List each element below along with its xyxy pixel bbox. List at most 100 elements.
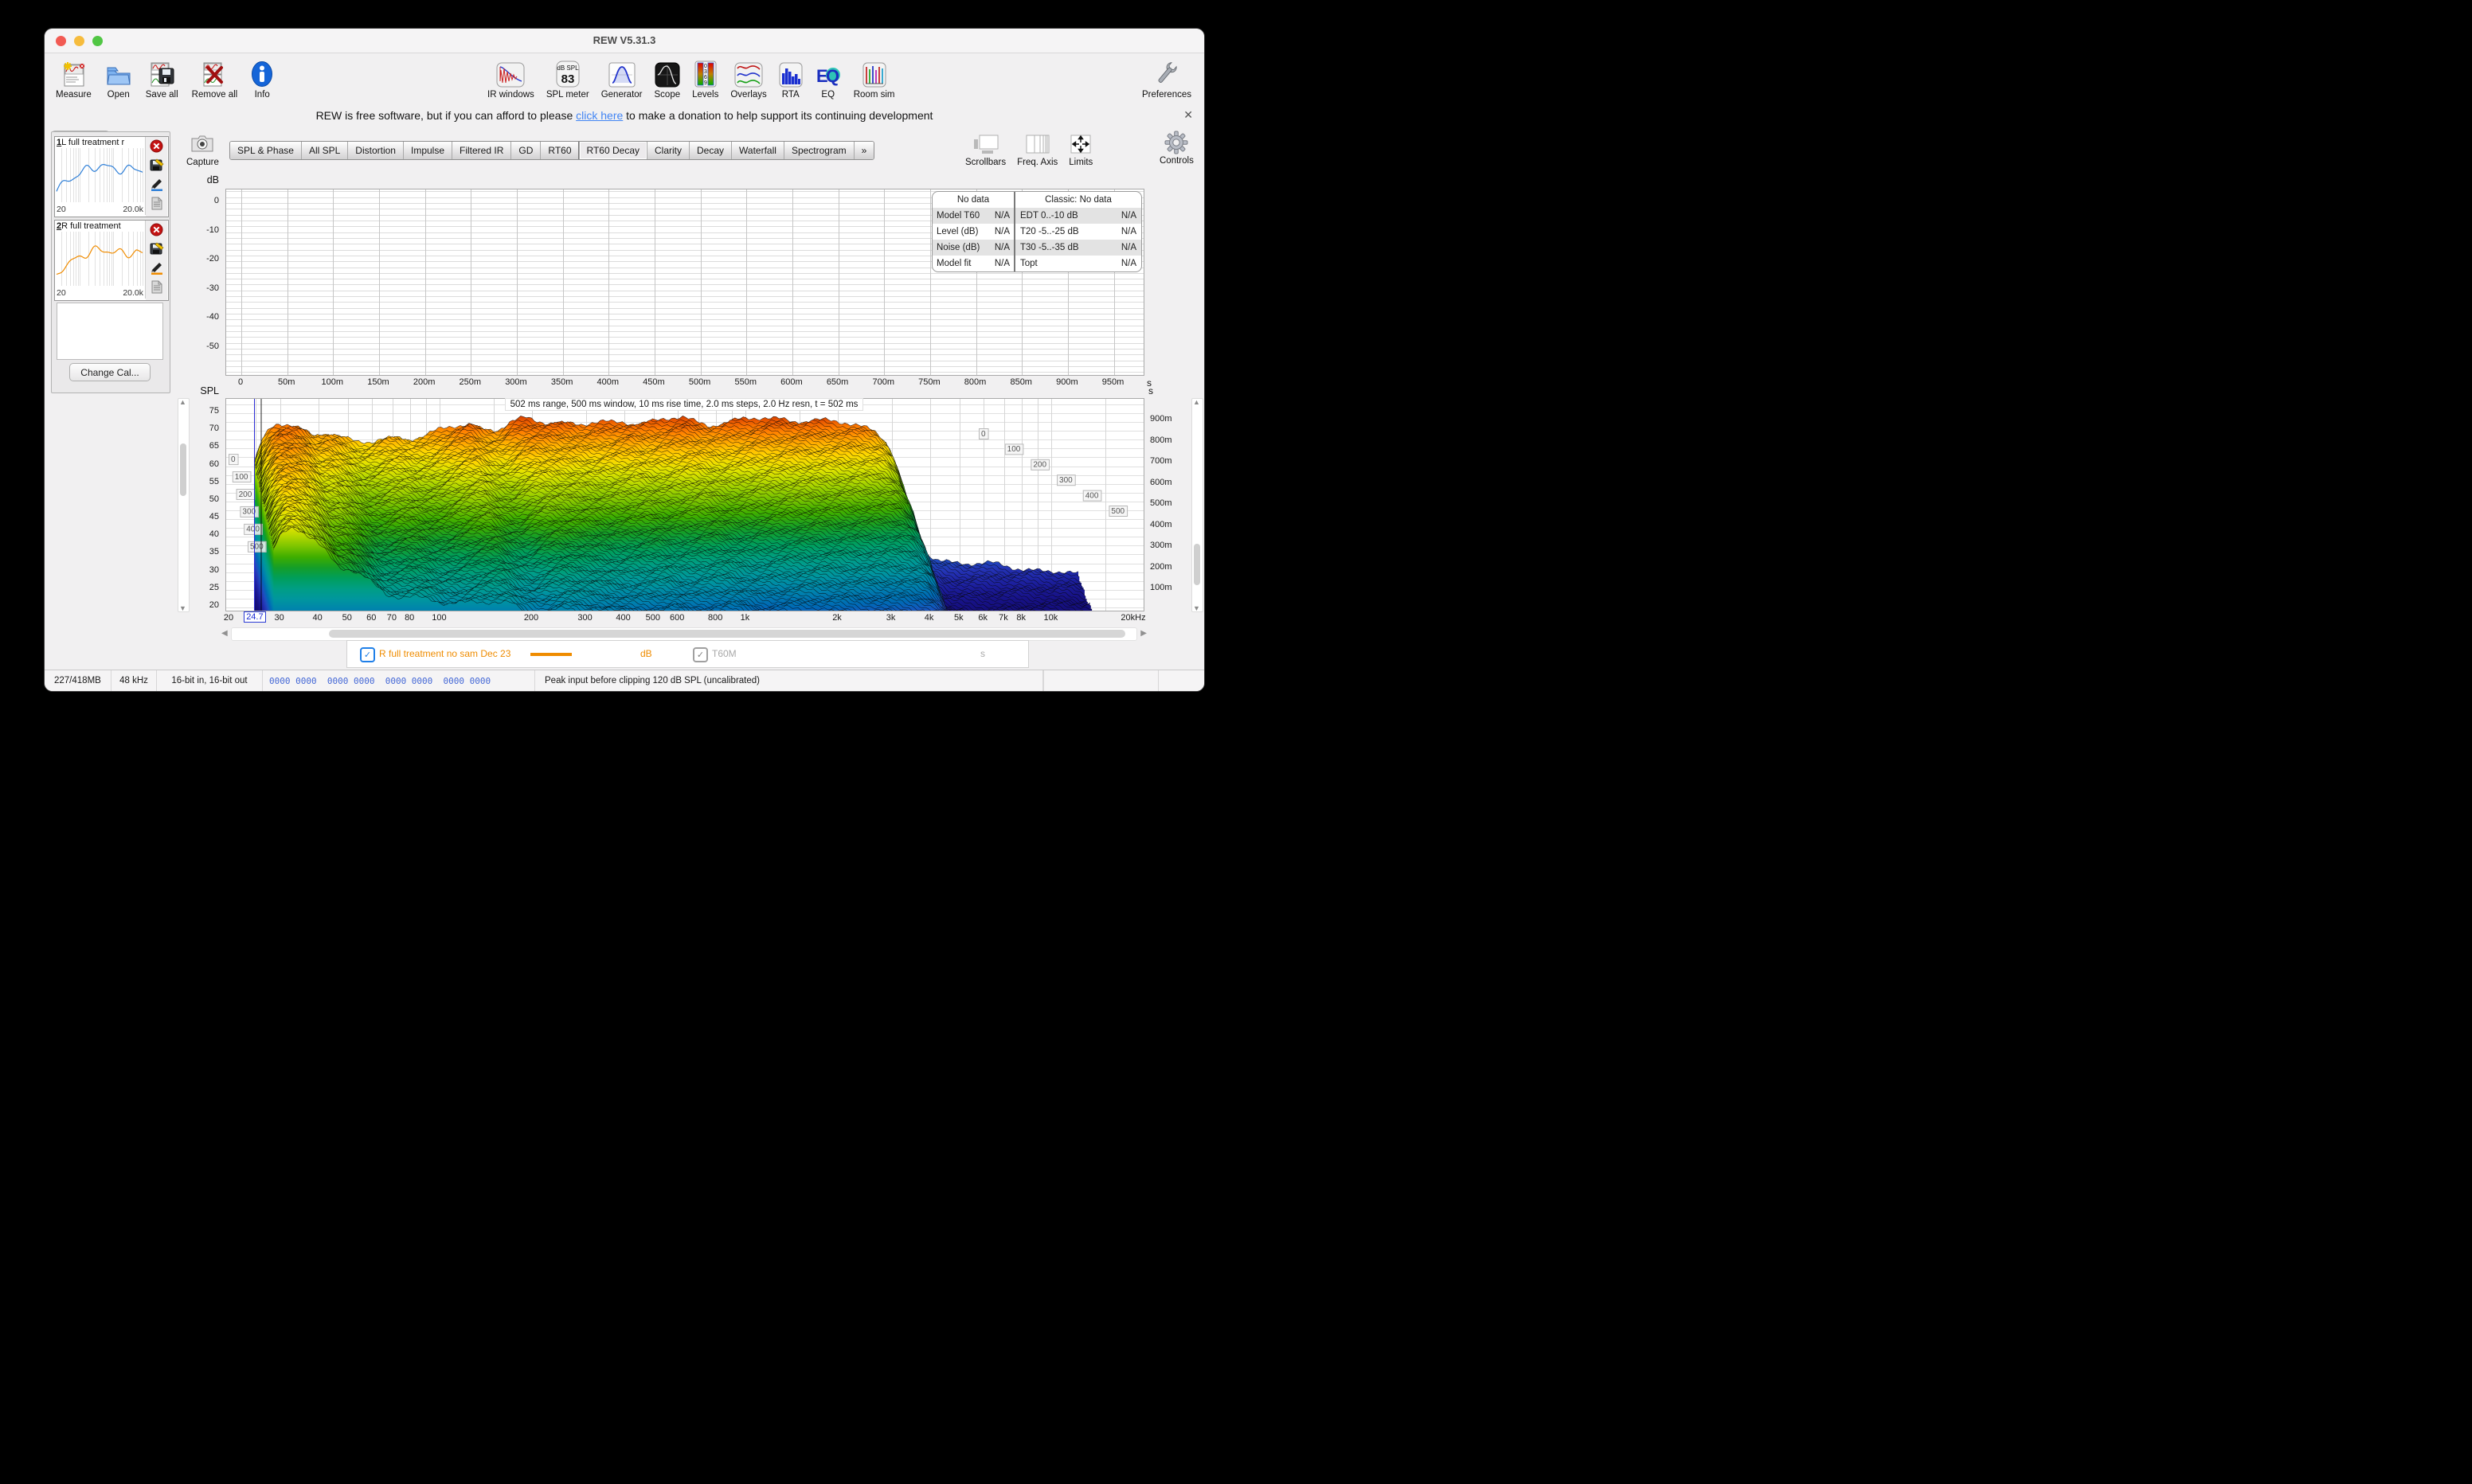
waterfall-right-axis-tick: 400m xyxy=(1150,520,1172,529)
range-high: 20.0k xyxy=(123,288,143,298)
scrollbar-thumb[interactable] xyxy=(329,630,1125,638)
change-cal-button[interactable]: Change Cal... xyxy=(69,363,151,381)
table-cell-label: T20 -5..-25 dB xyxy=(1020,224,1121,240)
toolbar-button-spl-meter[interactable]: dB SPL83SPL meter xyxy=(546,59,589,100)
range-low: 20 xyxy=(57,205,66,214)
tab-spl-phase[interactable]: SPL & Phase xyxy=(230,142,301,159)
tab-rt60[interactable]: RT60 xyxy=(540,142,578,159)
range-low: 20 xyxy=(57,288,66,298)
waterfall-right-axis-tick: 100m xyxy=(1150,583,1172,592)
scroll-up-icon[interactable]: ▲ xyxy=(179,398,186,406)
scrollbar-thumb[interactable] xyxy=(180,443,186,496)
waterfall-freq-tick: 100 xyxy=(419,613,459,623)
measurement-card-1[interactable]: 1L full treatment r 2020.0k xyxy=(54,136,169,217)
view-control-scrollbars[interactable]: Scrollbars xyxy=(965,134,1006,167)
toolbar-button-rta[interactable]: RTA xyxy=(779,59,803,100)
status-cell: 16-bit in, 16-bit out xyxy=(157,670,263,691)
capture-button[interactable]: Capture xyxy=(186,134,218,167)
view-control-limits[interactable]: Limits xyxy=(1069,134,1093,167)
toolbar-right: IR windows dB SPL83SPL meter Generator Scop… xyxy=(487,59,895,100)
toolbar-button-open[interactable]: Open xyxy=(105,59,132,100)
status-bar: 227/418MB48 kHz16-bit in, 16-bit out0000… xyxy=(45,670,1204,691)
rt60-y-tick: -10 xyxy=(184,225,219,235)
toolbar-button-generator[interactable]: Generator xyxy=(601,59,643,100)
toolbar-button-measure[interactable]: Measure xyxy=(56,59,92,100)
rt60-x-tick: 600m xyxy=(772,377,812,387)
tab-gd[interactable]: GD xyxy=(510,142,540,159)
table-cell-label: T30 -5..-35 dB xyxy=(1020,240,1121,256)
measurement-mini-chart xyxy=(55,232,145,286)
donation-dismiss-icon[interactable]: ✕ xyxy=(1183,108,1193,122)
toolbar-button-room-sim[interactable]: Room sim xyxy=(854,59,895,100)
levels-icon: 0369 xyxy=(694,59,717,88)
view-control-freq-axis[interactable]: Freq. Axis xyxy=(1017,134,1058,167)
rt60-x-tick: 550m xyxy=(726,377,765,387)
toolbar-button-save-all[interactable]: Save all xyxy=(146,59,178,100)
scroll-up-icon[interactable]: ▲ xyxy=(1193,398,1200,406)
graph-tab-bar: SPL & PhaseAll SPLDistortionImpulseFilte… xyxy=(229,141,874,160)
waterfall-plot[interactable] xyxy=(225,398,1144,611)
eq-icon: EQ xyxy=(815,59,842,88)
waterfall-right-scrollbar[interactable]: ▲ ▼ xyxy=(1191,398,1203,612)
preferences-button[interactable]: Preferences xyxy=(1142,59,1191,100)
rt60-x-tick: 150m xyxy=(358,377,398,387)
save-measurement-icon[interactable] xyxy=(150,158,164,175)
delete-measurement-icon[interactable] xyxy=(150,139,163,157)
toolbar-button-overlays[interactable]: Overlays xyxy=(730,59,766,100)
waterfall-left-scrollbar[interactable]: ▲ ▼ xyxy=(178,398,190,612)
tool-label: RTA xyxy=(782,90,800,100)
notes-icon[interactable] xyxy=(151,197,163,214)
toolbar-button-eq[interactable]: EQEQ xyxy=(815,59,842,100)
toolbar-button-scope[interactable]: Scope xyxy=(655,59,681,100)
trace-style-icon[interactable] xyxy=(150,178,164,195)
donation-text-post: to make a donation to help support its c… xyxy=(623,109,933,122)
window-title: REW V5.31.3 xyxy=(45,34,1204,46)
tab--[interactable]: » xyxy=(854,142,874,159)
scroll-right-icon[interactable]: ▶ xyxy=(1140,629,1147,638)
trace-visibility-checkbox[interactable]: ✓ xyxy=(360,647,375,662)
t60m-unit-label: s xyxy=(980,648,985,659)
scrollbar-track[interactable] xyxy=(231,627,1137,641)
status-cell: 227/418MB xyxy=(45,670,111,691)
controls-button[interactable]: Controls xyxy=(1160,132,1194,166)
measurement-card-2[interactable]: 2R full treatment 2020.0k xyxy=(54,220,169,301)
toolbar-button-levels[interactable]: 0369Levels xyxy=(692,59,718,100)
preferences[interactable]: Preferences xyxy=(1142,59,1191,100)
measurement-thumbnail[interactable]: 1L full treatment r 2020.0k xyxy=(55,137,146,215)
waterfall-right-axis-unit: s xyxy=(1148,385,1153,396)
waterfall-horizontal-scrollbar[interactable]: ◀ ▶ xyxy=(221,627,1147,639)
scroll-down-icon[interactable]: ▼ xyxy=(1193,604,1200,612)
tab-filtered-ir[interactable]: Filtered IR xyxy=(452,142,510,159)
toolbar-button-ir-windows[interactable]: IR windows xyxy=(487,59,534,100)
table-header-left: No data xyxy=(933,192,1015,208)
table-header-right: Classic: No data xyxy=(1015,192,1141,208)
notes-icon[interactable] xyxy=(151,280,163,298)
scrollbar-thumb[interactable] xyxy=(1194,544,1200,585)
toolbar-button-remove-all[interactable]: Remove all xyxy=(192,59,238,100)
table-row: Level (dB)N/A T20 -5..-25 dBN/A xyxy=(933,224,1141,240)
tab-distortion[interactable]: Distortion xyxy=(347,142,403,159)
trace-style-icon[interactable] xyxy=(150,261,164,279)
tab-rt60-decay[interactable]: RT60 Decay xyxy=(579,142,647,159)
t60m-visibility-checkbox[interactable]: ✓ xyxy=(693,647,708,662)
toolbar-button-info[interactable]: Info xyxy=(251,59,273,100)
view-controls: Scrollbars Freq. Axis Limits xyxy=(965,134,1093,167)
scroll-down-icon[interactable]: ▼ xyxy=(179,604,186,612)
tab-waterfall[interactable]: Waterfall xyxy=(731,142,784,159)
donation-link[interactable]: click here xyxy=(576,109,623,122)
trace-label: R full treatment no sam Dec 23 xyxy=(379,648,510,659)
tab-clarity[interactable]: Clarity xyxy=(647,142,689,159)
rt60-x-tick: 200m xyxy=(405,377,444,387)
toolbar-left: Measure Open Save all Remove all Info xyxy=(56,59,273,100)
tab-all-spl[interactable]: All SPL xyxy=(301,142,347,159)
tab-decay[interactable]: Decay xyxy=(689,142,731,159)
tab-spectrogram[interactable]: Spectrogram xyxy=(784,142,854,159)
waterfall-y-axis-unit: SPL xyxy=(193,385,219,396)
scroll-left-icon[interactable]: ◀ xyxy=(221,629,228,638)
removeall-icon xyxy=(201,59,228,88)
rt60-x-tick: 100m xyxy=(312,377,352,387)
delete-measurement-icon[interactable] xyxy=(150,223,163,240)
measurement-thumbnail[interactable]: 2R full treatment 2020.0k xyxy=(55,221,146,299)
save-measurement-icon[interactable] xyxy=(150,242,164,259)
tab-impulse[interactable]: Impulse xyxy=(403,142,452,159)
